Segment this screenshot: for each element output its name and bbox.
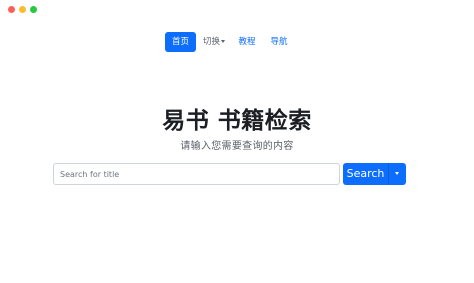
maximize-window-icon[interactable] (30, 6, 37, 13)
page-subtitle: 请输入您需要查询的内容 (180, 141, 294, 152)
search-input[interactable] (53, 163, 340, 185)
page-title: 易书 书籍检索 (162, 108, 312, 134)
nav-guide[interactable]: 导航 (267, 32, 291, 52)
close-window-icon[interactable] (8, 6, 15, 13)
search-dropdown-toggle[interactable] (388, 163, 406, 185)
minimize-window-icon[interactable] (19, 6, 26, 13)
nav-switch-dropdown[interactable]: 切换 (199, 32, 229, 52)
top-nav: 首页 切换 教程 导航 (0, 32, 474, 52)
nav-switch-label: 切换 (202, 37, 220, 47)
nav-home[interactable]: 首页 (165, 32, 196, 52)
window-titlebar (0, 0, 474, 20)
nav-tutorial[interactable]: 教程 (236, 32, 258, 52)
caret-down-icon (395, 172, 399, 175)
caret-down-icon (221, 40, 225, 43)
search-button[interactable]: Search (343, 163, 388, 185)
